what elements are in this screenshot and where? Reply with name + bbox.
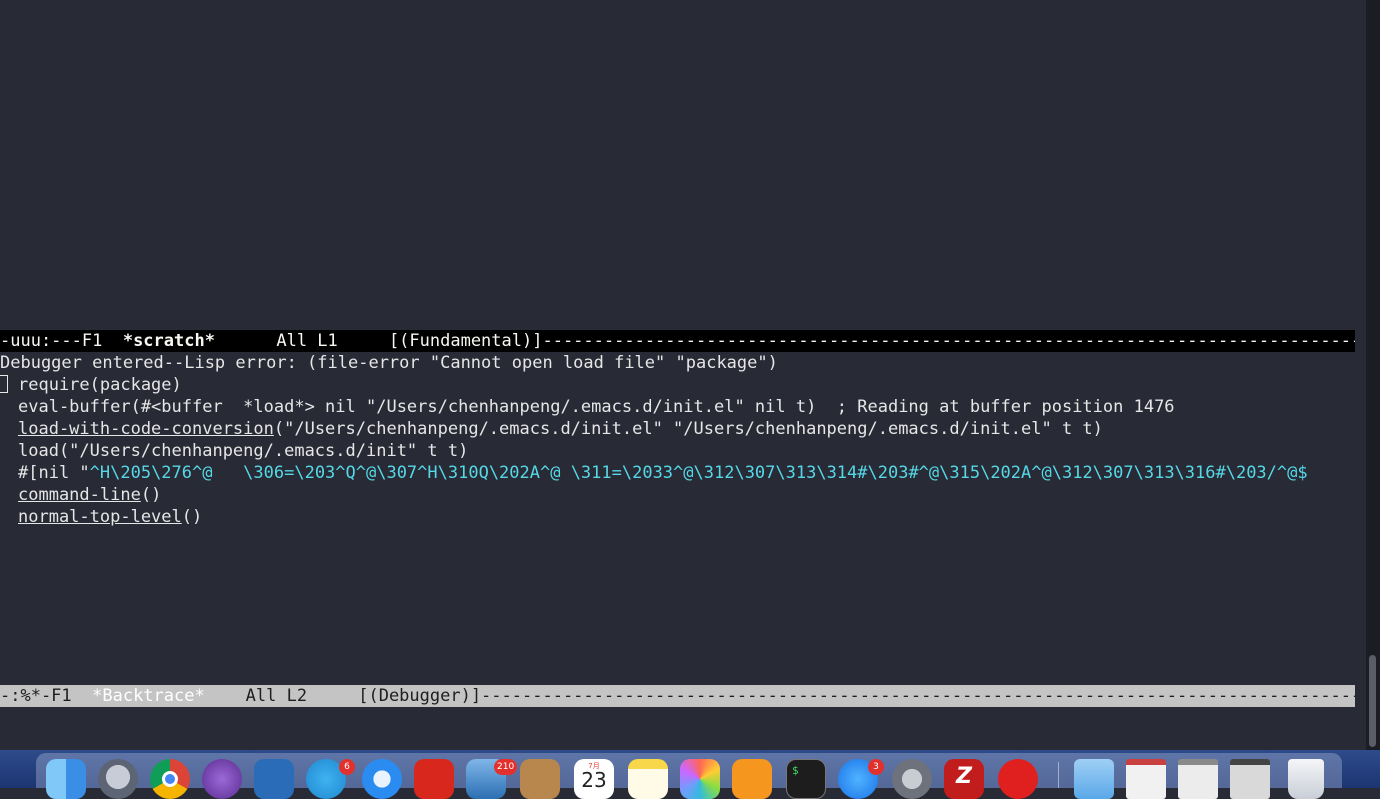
calendar-icon[interactable]: 7月 23 (574, 759, 614, 799)
backtrace-frame-load[interactable]: load("/Users/chenhanpeng/.emacs.d/init" … (0, 440, 1355, 462)
frame-load-text: load("/Users/chenhanpeng/.emacs.d/init" … (18, 441, 469, 461)
window-thumbnail-icon[interactable] (1178, 759, 1218, 799)
photos-icon[interactable] (680, 759, 720, 799)
terminal-icon[interactable]: $ (786, 759, 826, 799)
app-store-badge: 3 (868, 759, 884, 775)
frame-bytecode-data: ^H\205\276^@ \306=\203^Q^@\307^H\310Q\20… (89, 463, 1308, 483)
vertical-scrollbar[interactable] (1366, 0, 1380, 750)
folder-icon[interactable] (1074, 759, 1114, 799)
backtrace-modeline-rest: All L2 [(Debugger)]---------------------… (245, 686, 1355, 706)
command-line-link[interactable]: command-line (18, 485, 141, 505)
calendar-day: 23 (581, 768, 607, 792)
frame-require-text: require(package) (18, 375, 182, 395)
filezilla-icon[interactable]: Z (944, 759, 984, 799)
scratch-modeline-rest: All L1 [(Fundamental)]------------------… (276, 331, 1355, 351)
text-cursor (0, 375, 8, 393)
music-icon[interactable] (414, 759, 454, 799)
backtrace-mode-line[interactable]: -:%*-F1 *Backtrace* All L2 [(Debugger)]-… (0, 685, 1355, 707)
load-with-code-conversion-link[interactable]: load-with-code-conversion (18, 419, 274, 439)
window-thumbnail-icon[interactable] (1230, 759, 1270, 799)
notes-icon[interactable] (628, 759, 668, 799)
backtrace-modeline-prefix: -:%*-F1 (0, 686, 93, 706)
scratch-buffer-name[interactable]: *scratch* (123, 331, 215, 351)
normal-top-level-link[interactable]: normal-top-level (18, 507, 182, 527)
dock-separator (1058, 762, 1059, 788)
backtrace-frame-bytecode[interactable]: #[nil "^H\205\276^@ \306=\203^Q^@\307^H\… (0, 462, 1355, 484)
finder-icon[interactable] (46, 759, 86, 799)
gear-icon[interactable] (892, 759, 932, 799)
frame-cmdline-args: () (140, 485, 162, 505)
vscode-icon[interactable] (254, 759, 294, 799)
frame-ntl-args: () (181, 507, 203, 527)
scrollbar-thumb[interactable] (1369, 655, 1376, 747)
music-note-icon[interactable] (998, 759, 1038, 799)
filezilla-letter: Z (956, 764, 972, 789)
scratch-mode-line[interactable]: -uuu:---F1 *scratch* All L1 [(Fundamenta… (0, 330, 1355, 352)
xcode-preview-badge: 210 (494, 759, 518, 775)
rocket-icon[interactable] (98, 759, 138, 799)
chrome-icon[interactable] (150, 759, 190, 799)
frame-bytecode-prefix: #[nil " (18, 463, 90, 483)
terminal-prompt: $ (792, 764, 799, 777)
telegram-badge: 6 (339, 759, 355, 775)
safari-icon[interactable] (362, 759, 402, 799)
emacs-icon[interactable] (202, 759, 242, 799)
emacs-frame[interactable]: -uuu:---F1 *scratch* All L1 [(Fundamenta… (0, 0, 1366, 750)
frame-eval-text: eval-buffer(#<buffer *load*> nil "/Users… (18, 397, 1175, 417)
backtrace-frame-normal-top-level[interactable]: normal-top-level() (0, 506, 1355, 528)
window-thumbnail-icon[interactable] (1126, 759, 1166, 799)
frame-lwcc-args: ("/Users/chenhanpeng/.emacs.d/init.el" "… (273, 419, 1103, 439)
backtrace-frame-command-line[interactable]: command-line() (0, 484, 1355, 506)
trash-icon[interactable] (1288, 759, 1324, 799)
books-icon[interactable] (732, 759, 772, 799)
contacts-icon[interactable] (520, 759, 560, 799)
backtrace-buffer-name[interactable]: *Backtrace* (92, 686, 205, 706)
scratch-modeline-prefix: -uuu:---F1 (0, 331, 123, 351)
backtrace-frame-require[interactable]: require(package) (0, 374, 1355, 396)
backtrace-frame-eval-buffer[interactable]: eval-buffer(#<buffer *load*> nil "/Users… (0, 396, 1355, 418)
backtrace-frame-load-with-code-conversion[interactable]: load-with-code-conversion("/Users/chenha… (0, 418, 1355, 440)
debugger-error-header: Debugger entered--Lisp error: (file-erro… (0, 353, 778, 373)
